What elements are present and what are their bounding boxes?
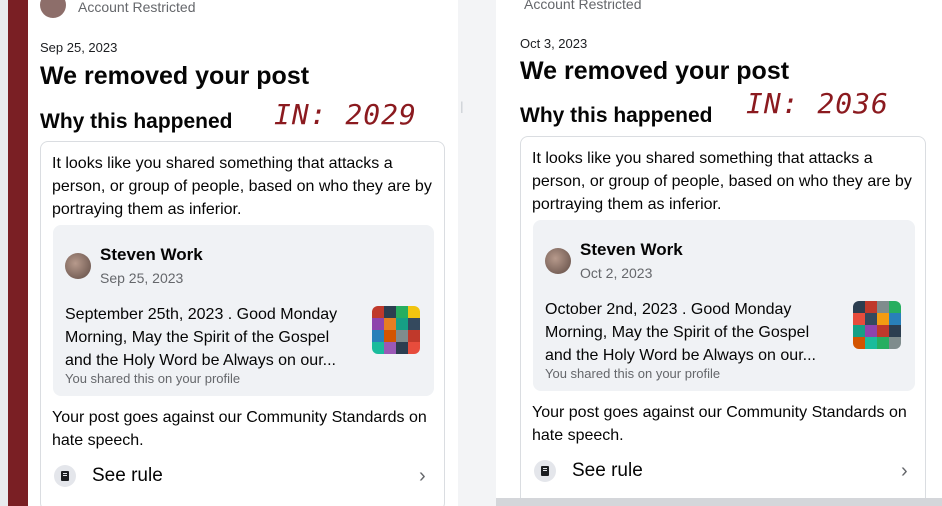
see-rule-link[interactable]: See rule xyxy=(534,460,643,482)
post-thumbnail xyxy=(853,301,901,349)
handwritten-annotation: IN: 2029 xyxy=(274,98,417,131)
see-rule-link[interactable]: See rule xyxy=(54,465,163,487)
removed-post-preview[interactable]: Steven Work Sep 25, 2023 September 25th,… xyxy=(53,225,434,396)
see-rule-label: See rule xyxy=(92,465,163,486)
shared-note: You shared this on your profile xyxy=(545,366,721,381)
rule-book-icon xyxy=(534,460,556,482)
page-title: We removed your post xyxy=(40,62,310,90)
explanation-card: It looks like you shared something that … xyxy=(520,136,926,506)
violation-explanation: It looks like you shared something that … xyxy=(52,155,432,218)
author-avatar xyxy=(65,253,91,279)
see-rule-label: See rule xyxy=(572,460,643,481)
section-subtitle: Why this happened xyxy=(40,110,233,133)
restricted-header: Account Restricted xyxy=(40,0,196,24)
bottom-edge xyxy=(496,498,942,506)
handwritten-annotation: IN: 2036 xyxy=(746,87,889,120)
post-author: Steven Work xyxy=(580,240,683,259)
removed-post-panel-left: Account Restricted Sep 25, 2023 We remov… xyxy=(8,0,458,506)
notice-date: Sep 25, 2023 xyxy=(40,40,118,55)
account-restricted-label: Account Restricted xyxy=(524,0,642,12)
background-gap: l xyxy=(458,0,496,506)
post-text: September 25th, 2023 . Good Monday Morni… xyxy=(65,306,338,369)
violation-explanation: It looks like you shared something that … xyxy=(532,150,912,213)
removed-post-preview[interactable]: Steven Work Oct 2, 2023 October 2nd, 202… xyxy=(533,220,915,391)
notice-date: Oct 3, 2023 xyxy=(520,36,588,51)
post-thumbnail xyxy=(372,306,420,354)
explanation-card: It looks like you shared something that … xyxy=(40,141,445,506)
post-author: Steven Work xyxy=(100,245,203,264)
author-avatar xyxy=(545,248,571,274)
chevron-right-icon[interactable]: › xyxy=(419,465,426,488)
account-restricted-label: Account Restricted xyxy=(78,0,196,15)
header-avatar xyxy=(40,0,66,18)
rule-book-icon xyxy=(54,465,76,487)
post-date: Oct 2, 2023 xyxy=(580,265,653,281)
restricted-header: Account Restricted xyxy=(524,0,642,24)
page-title: We removed your post xyxy=(520,57,790,85)
community-standards-text: Your post goes against our Community Sta… xyxy=(532,404,907,444)
chevron-right-icon[interactable]: › xyxy=(901,460,908,483)
shared-note: You shared this on your profile xyxy=(65,371,241,386)
post-text: October 2nd, 2023 . Good Monday Morning,… xyxy=(545,301,816,364)
ghost-text: l xyxy=(460,100,464,117)
post-date: Sep 25, 2023 xyxy=(100,270,184,286)
removed-post-panel-right: Account Restricted Oct 3, 2023 We remove… xyxy=(496,0,942,506)
community-standards-text: Your post goes against our Community Sta… xyxy=(52,409,427,449)
section-subtitle: Why this happened xyxy=(520,104,713,127)
